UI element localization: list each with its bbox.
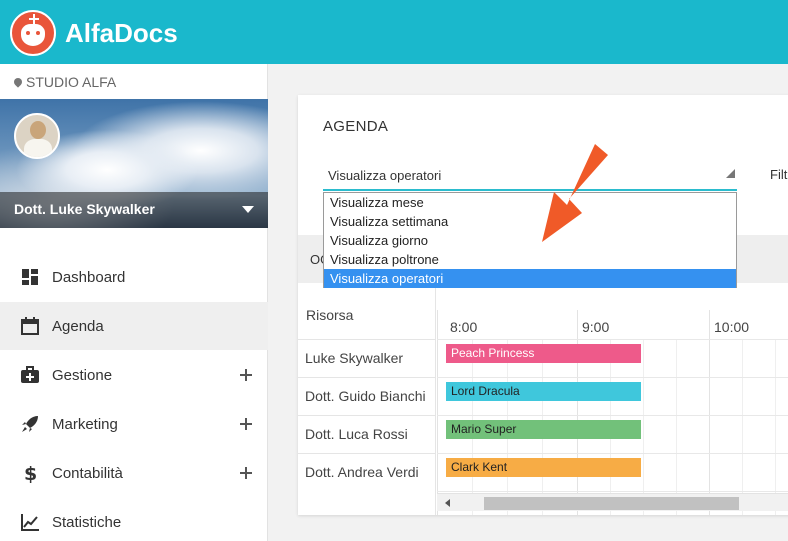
sidebar: STUDIO ALFA Dott. Luke Skywalker Dashboa…: [0, 64, 268, 541]
top-bar: AlfaDocs: [0, 0, 788, 64]
resource-row[interactable]: Dott. Guido Bianchi: [298, 377, 436, 415]
resource-row[interactable]: Dott. Andrea Verdi: [298, 453, 436, 491]
sidebar-item-statistiche[interactable]: Statistiche: [0, 498, 268, 541]
time-label: 9:00: [582, 319, 610, 335]
sidebar-item-contabilita[interactable]: $ Contabilità: [0, 449, 268, 497]
horizontal-scrollbar[interactable]: [437, 493, 788, 511]
view-select-value: Visualizza operatori: [328, 168, 442, 183]
medkit-icon: [20, 365, 40, 385]
time-label: 8:00: [450, 319, 478, 335]
resource-row[interactable]: Dott. Luca Rossi: [298, 415, 436, 453]
caret-down-icon[interactable]: [242, 206, 254, 213]
grid-line: [437, 377, 788, 378]
appointment-event[interactable]: Mario Super: [446, 420, 641, 439]
brand-name[interactable]: AlfaDocs: [65, 18, 178, 49]
sidebar-item-label: Marketing: [52, 415, 118, 433]
sidebar-item-marketing[interactable]: Marketing: [0, 400, 268, 448]
scroll-thumb[interactable]: [484, 497, 739, 510]
map-pin-icon: [14, 78, 22, 88]
time-label: 10:00: [714, 319, 750, 335]
studio-label[interactable]: STUDIO ALFA: [14, 74, 116, 90]
svg-text:$: $: [24, 463, 37, 483]
sidebar-item-label: Dashboard: [52, 268, 126, 286]
time-grid: 8:00 9:00 10:00 Peach Princess Lord Drac…: [437, 310, 788, 515]
dropdown-option-operatori[interactable]: Visualizza operatori: [324, 269, 736, 288]
medical-cross-icon: [29, 14, 39, 24]
sidebar-item-dashboard[interactable]: Dashboard: [0, 253, 268, 301]
filter-label[interactable]: Filt: [770, 167, 787, 182]
resource-row[interactable]: Luke Skywalker: [298, 339, 436, 377]
sidebar-item-gestione[interactable]: Gestione: [0, 351, 268, 399]
grid-line: [437, 339, 788, 340]
appointment-event[interactable]: Clark Kent: [446, 458, 641, 477]
scroll-left-icon[interactable]: [445, 499, 450, 507]
select-arrow-icon: [726, 169, 735, 178]
resource-name: Dott. Guido Bianchi: [305, 388, 426, 404]
page-title: AGENDA: [323, 118, 389, 135]
studio-name: STUDIO ALFA: [26, 74, 117, 90]
grid-line: [742, 340, 743, 515]
sidebar-item-label: Contabilità: [52, 464, 123, 482]
resource-name: Dott. Luca Rossi: [305, 426, 408, 442]
pointer-arrow-icon: [542, 144, 608, 242]
plus-icon[interactable]: [240, 467, 252, 479]
resource-name: Dott. Andrea Verdi: [305, 464, 419, 480]
grid-line: [676, 340, 677, 515]
lion-face-icon: [21, 24, 45, 46]
resource-name: Luke Skywalker: [305, 350, 404, 366]
grid-line: [437, 453, 788, 454]
resource-header: Risorsa: [306, 307, 354, 323]
sidebar-item-label: Gestione: [52, 366, 113, 384]
rocket-icon: [20, 414, 40, 434]
grid-line: [437, 415, 788, 416]
profile-card: Dott. Luke Skywalker: [0, 99, 268, 228]
lion-logo-icon[interactable]: [10, 10, 56, 56]
dropdown-option-poltrone[interactable]: Visualizza poltrone: [324, 250, 736, 269]
appointment-event[interactable]: Lord Dracula: [446, 382, 641, 401]
grid-line: [437, 310, 438, 515]
grid-line: [577, 310, 578, 515]
plus-icon[interactable]: [240, 369, 252, 381]
dollar-icon: $: [20, 463, 40, 485]
sidebar-item-agenda[interactable]: Agenda: [0, 302, 268, 350]
grid-line: [643, 340, 644, 515]
chart-line-icon: [20, 512, 40, 532]
avatar[interactable]: [14, 113, 60, 159]
sidebar-item-label: Agenda: [52, 317, 104, 335]
grid-line: [709, 310, 710, 515]
plus-icon[interactable]: [240, 418, 252, 430]
profile-bar[interactable]: Dott. Luke Skywalker: [0, 192, 268, 228]
profile-name: Dott. Luke Skywalker: [14, 201, 155, 217]
sidebar-item-label: Statistiche: [52, 513, 122, 531]
calendar-icon: [20, 316, 40, 336]
resource-column: Risorsa Luke Skywalker Dott. Guido Bianc…: [298, 283, 436, 515]
appointment-event[interactable]: Peach Princess: [446, 344, 641, 363]
grid-line: [437, 491, 788, 492]
grid-line: [775, 340, 776, 515]
dashboard-icon: [20, 267, 40, 287]
